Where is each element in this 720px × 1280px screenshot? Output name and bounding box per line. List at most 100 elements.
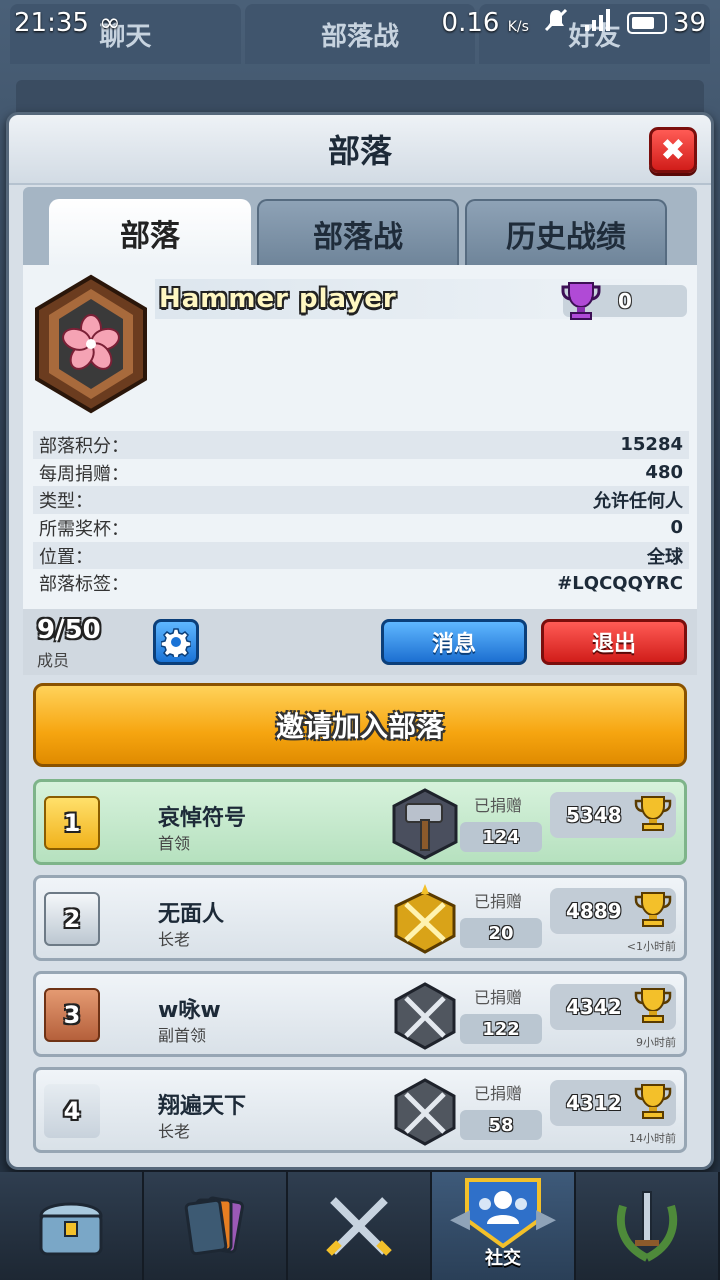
clan-trophy-value: 0 [618,289,632,313]
stat-value: 允许任何人 [593,491,683,513]
laurel-sword-icon [616,1191,678,1262]
member-list: 邀请加入部落 1 哀悼符号 首领 已捐赠 124 5348 2 无面人 长老 已… [23,675,697,1165]
nav-social-label: 社交 [485,1248,521,1269]
crossed-swords-icon [326,1197,392,1256]
signal-icon [583,7,613,40]
speed-value: 0.16 [441,8,500,38]
trophy-value: 4312 [566,1091,622,1115]
leave-button[interactable]: 退出 [541,619,687,665]
stat-label: 类型： [39,491,93,513]
stat-clan-tag: 部落标签： #LQCQQYRC [33,569,689,597]
member-name: 哀悼符号 [158,806,247,831]
stat-weekly-donations: 每周捐赠： 480 [33,459,689,487]
last-seen: 14小时前 [629,1132,676,1145]
stat-value: 0 [670,517,683,539]
last-seen: 9小时前 [636,1036,676,1049]
member-name: w咏w [158,998,221,1023]
social-icon [465,1178,541,1248]
stat-value: 全球 [647,546,683,568]
donated-count: 122 [460,1014,542,1044]
donated-count: 20 [460,918,542,948]
gear-icon [161,628,191,657]
clan-badge-icon [35,274,147,414]
trophy-value: 5348 [566,803,622,827]
member-role: 长老 [158,930,191,949]
mute-icon [543,7,569,40]
members-bar: 9/50 成员 消息 退出 [23,609,697,675]
message-button[interactable]: 消息 [381,619,527,665]
clan-info: Hammer player 0 部落积分： 15284 每周捐赠： 480 类型：允… [23,265,697,609]
infinity-icon: ∞ [98,8,121,38]
stat-required-trophies: 所需奖杯： 0 [33,514,689,542]
member-row[interactable]: 1 哀悼符号 首领 已捐赠 124 5348 [33,779,687,865]
member-role: 副首领 [158,1026,207,1045]
battery-level: 39 [672,8,706,38]
close-button[interactable]: ✖ [649,127,697,173]
speed-unit: K/s [507,19,529,35]
rank-badge: 4 [44,1084,100,1138]
chest-icon [39,1202,103,1256]
gold-trophy-icon [634,988,672,1023]
clan-stats: 部落积分： 15284 每周捐赠： 480 类型： 允许任何人 所需奖杯： 0 位置： 全… [33,431,689,597]
stat-label: 每周捐赠： [39,463,129,485]
nav-events[interactable] [576,1172,720,1280]
rank-badge: 1 [44,796,100,850]
invite-button[interactable]: 邀请加入部落 [33,683,687,767]
dialog-header: 部落 ✖ [9,115,711,185]
stat-label: 部落标签： [39,574,129,596]
gold-trophy-icon [634,892,672,927]
silver-swords-arena-icon [394,1078,456,1146]
nav-cards[interactable] [144,1172,288,1280]
tab-history[interactable]: 历史战绩 [465,199,667,267]
tab-bar: 部落 部落战 历史战绩 [23,187,697,267]
stat-location: 位置： 全球 [33,541,689,570]
trophy-value: 4889 [566,899,622,923]
chevron-left-icon: ◀ [450,1204,470,1234]
gold-swords-arena-icon [394,884,456,954]
stat-label: 所需奖杯： [39,518,129,540]
donated-count: 58 [460,1110,542,1140]
member-row[interactable]: 4 翔遍天下 长老 已捐赠 58 4312 14小时前 [33,1067,687,1153]
tab-clanwar[interactable]: 部落战 [257,199,459,267]
stat-value: 15284 [620,434,683,456]
donated-label: 已捐赠 [474,988,523,1007]
stat-label: 部落积分： [39,435,129,457]
stat-value: #LQCQQYRC [557,572,683,594]
status-bar: 21:35 ∞ 0.16 K/s 39 [0,0,720,46]
close-icon: ✖ [660,132,686,168]
nav-social[interactable]: ◀ ▶ 社交 [432,1172,576,1280]
member-name: 无面人 [158,902,225,927]
cards-icon [184,1196,244,1256]
stat-label: 位置： [39,546,93,568]
member-count: 9/50 [37,615,101,645]
last-seen: <1小时前 [626,940,676,953]
stat-clan-score: 部落积分： 15284 [33,431,689,459]
member-role: 首领 [158,834,191,853]
donated-label: 已捐赠 [474,892,523,911]
chevron-right-icon: ▶ [536,1204,556,1234]
purple-trophy-icon [561,282,601,320]
member-name: 翔遍天下 [158,1094,247,1119]
donated-count: 124 [460,822,542,852]
clan-dialog: 部落 ✖ 部落 部落战 历史战绩 Hammer player 0 部落积分： 1… [6,112,714,1170]
battery-icon [626,12,667,34]
nav-battle[interactable] [288,1172,432,1280]
battery: 39 [626,8,706,38]
member-row[interactable]: 3 w咏w 副首领 已捐赠 122 4342 9小时前 [33,971,687,1057]
tab-clan[interactable]: 部落 [49,199,251,267]
hammer-arena-icon [392,788,458,860]
bottom-nav: ◀ ▶ 社交 [0,1172,720,1280]
silver-swords-arena-icon [394,982,456,1050]
rank-badge: 2 [44,892,100,946]
rank-badge: 3 [44,988,100,1042]
trophy-value: 4342 [566,995,622,1019]
donated-label: 已捐赠 [474,796,523,815]
donated-label: 已捐赠 [474,1084,523,1103]
dialog-title: 部落 [327,132,392,170]
member-row[interactable]: 2 无面人 长老 已捐赠 20 4889 <1小时前 [33,875,687,961]
clock: 21:35 [14,8,89,38]
settings-button[interactable] [153,619,199,665]
member-role: 长老 [158,1122,191,1141]
network-speed: 0.16 K/s [442,8,529,38]
nav-shop[interactable] [0,1172,144,1280]
